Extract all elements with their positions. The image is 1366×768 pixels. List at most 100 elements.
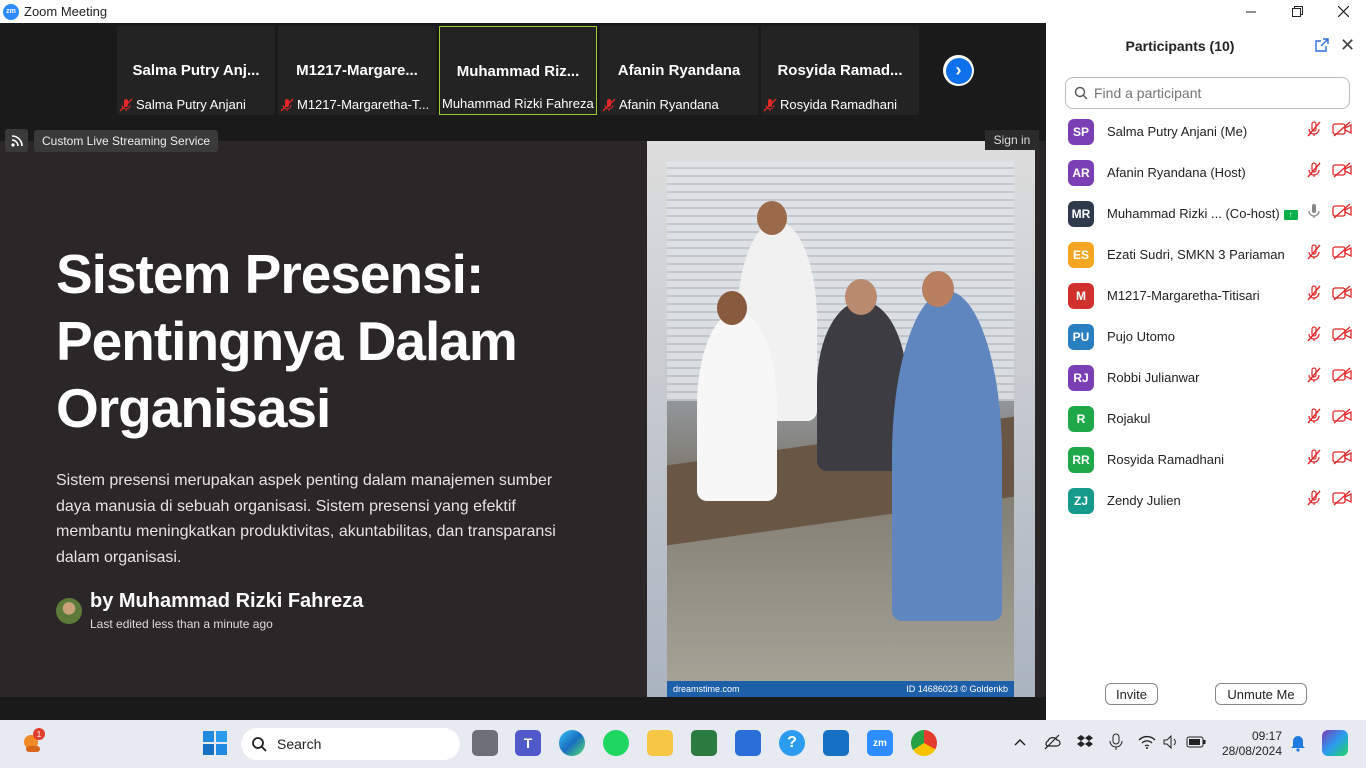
teams-icon[interactable]: T (515, 730, 541, 756)
camera-off-icon[interactable] (1332, 285, 1352, 306)
title-bar: zm Zoom Meeting (0, 0, 1366, 23)
participant-row[interactable]: R Rojakul (1046, 398, 1366, 439)
clock-date: 28/08/2024 (1221, 744, 1282, 758)
restore-icon (1291, 6, 1303, 17)
taskbar-search-label: Search (277, 736, 322, 752)
invite-button[interactable]: Invite (1105, 683, 1158, 705)
chevron-up-icon[interactable] (1012, 734, 1028, 750)
system-clock[interactable]: 09:17 28/08/2024 (1216, 729, 1282, 759)
slide-author: by Muhammad Rizki Fahreza Last edited le… (56, 590, 363, 631)
edge-icon[interactable] (559, 730, 585, 756)
minimize-icon (1246, 11, 1256, 12)
microphone-icon[interactable] (1108, 733, 1124, 751)
participant-name: Robbi Julianwar (1107, 370, 1200, 385)
mic-muted-icon[interactable] (1306, 367, 1322, 388)
participant-avatar: ES (1068, 241, 1094, 268)
copilot-icon[interactable] (1322, 730, 1348, 756)
tile-label: Rosyida Ramadhani (780, 97, 898, 112)
rss-icon (5, 129, 28, 152)
participant-search[interactable] (1065, 77, 1350, 109)
tile-name: Rosyida Ramad... (777, 62, 903, 79)
participant-avatar: RR (1068, 446, 1094, 473)
camera-off-icon[interactable] (1332, 367, 1352, 388)
tile-name: Salma Putry Anj... (132, 62, 260, 79)
mic-muted-icon[interactable] (1306, 408, 1322, 429)
photo-caption-right: ID 14686023 © Goldenkb (906, 684, 1008, 694)
video-tile[interactable]: Afanin Ryandana Afanin Ryandana (600, 26, 758, 115)
task-view-icon[interactable] (472, 730, 498, 756)
participant-row[interactable]: M M1217-Margaretha-Titisari (1046, 275, 1366, 316)
participant-row[interactable]: ZJ Zendy Julien (1046, 480, 1366, 521)
video-tile-active-speaker[interactable]: Muhammad Riz... Muhammad Rizki Fahreza (439, 26, 597, 115)
video-tile[interactable]: Salma Putry Anj... Salma Putry Anjani (117, 26, 275, 115)
live-stream-indicator[interactable]: Custom Live Streaming Service (5, 129, 219, 152)
camera-off-icon[interactable] (1332, 449, 1352, 470)
mic-muted-icon (119, 98, 133, 111)
mic-muted-icon[interactable] (1306, 490, 1322, 511)
participant-row[interactable]: MR Muhammad Rizki ... (Co-host) ↑ (1046, 193, 1366, 234)
cloud-off-icon[interactable] (1043, 734, 1061, 750)
participant-row[interactable]: ES Ezati Sudri, SMKN 3 Pariaman (1046, 234, 1366, 275)
mic-icon[interactable] (1306, 203, 1322, 224)
camera-off-icon[interactable] (1332, 203, 1352, 224)
mic-muted-icon[interactable] (1306, 244, 1322, 265)
get-help-icon[interactable]: ? (779, 730, 805, 756)
participant-row[interactable]: AR Afanin Ryandana (Host) (1046, 152, 1366, 193)
slide-photo: dreamstime.com ID 14686023 © Goldenkb (647, 141, 1035, 697)
minimize-button[interactable] (1228, 0, 1274, 23)
participant-row[interactable]: RJ Robbi Julianwar (1046, 357, 1366, 398)
participant-list: SP Salma Putry Anjani (Me) AR Afanin Ryanda… (1046, 111, 1366, 521)
popout-icon[interactable] (1314, 37, 1330, 53)
video-tile[interactable]: Rosyida Ramad... Rosyida Ramadhani (761, 26, 919, 115)
taskbar-search[interactable]: Search (241, 728, 460, 760)
next-page-button[interactable]: › (943, 55, 974, 86)
mic-muted-icon[interactable] (1306, 285, 1322, 306)
sign-in-button[interactable]: Sign in (985, 130, 1039, 150)
close-panel-icon[interactable]: ✕ (1340, 35, 1355, 56)
app-window-icon[interactable] (823, 730, 849, 756)
close-window-button[interactable] (1320, 0, 1366, 23)
zoom-taskbar-icon[interactable]: zm (867, 730, 893, 756)
video-tile[interactable]: M1217-Margare... M1217-Margaretha-T... (278, 26, 436, 115)
participant-name: Zendy Julien (1107, 493, 1181, 508)
camera-off-icon[interactable] (1332, 244, 1352, 265)
restore-button[interactable] (1274, 0, 1320, 23)
camera-off-icon[interactable] (1332, 490, 1352, 511)
close-icon (1337, 6, 1349, 17)
mic-muted-icon[interactable] (1306, 326, 1322, 347)
participant-name: Muhammad Rizki ... (Co-host) ↑ (1107, 206, 1298, 221)
wifi-icon[interactable] (1138, 734, 1156, 750)
microsoft-store-icon[interactable] (735, 730, 761, 756)
photo-caption-left: dreamstime.com (673, 684, 740, 694)
spotify-icon[interactable] (603, 730, 629, 756)
start-windows-icon[interactable] (202, 730, 228, 756)
file-explorer-icon[interactable] (647, 730, 673, 756)
volume-icon[interactable] (1162, 734, 1180, 750)
battery-icon[interactable] (1186, 735, 1206, 749)
participant-avatar: RJ (1068, 364, 1094, 391)
camera-off-icon[interactable] (1332, 162, 1352, 183)
participants-title: Participants (10) (1125, 38, 1235, 54)
video-strip: Salma Putry Anj... Salma Putry Anjani M1… (117, 26, 919, 115)
participant-row[interactable]: SP Salma Putry Anjani (Me) (1046, 111, 1366, 152)
unmute-me-button[interactable]: Unmute Me (1215, 683, 1307, 705)
search-input[interactable] (1094, 85, 1334, 101)
participant-row[interactable]: PU Pujo Utomo (1046, 316, 1366, 357)
camera-off-icon[interactable] (1332, 121, 1352, 142)
mic-muted-icon[interactable] (1306, 121, 1322, 142)
participant-row[interactable]: RR Rosyida Ramadhani (1046, 439, 1366, 480)
mic-muted-icon[interactable] (1306, 449, 1322, 470)
chrome-icon[interactable] (911, 730, 937, 756)
notification-bell-icon[interactable] (1290, 734, 1306, 752)
tile-label: M1217-Margaretha-T... (297, 97, 430, 112)
participant-avatar: SP (1068, 118, 1094, 145)
mic-muted-icon[interactable] (1306, 162, 1322, 183)
mic-muted-icon (763, 98, 777, 111)
participant-name: Rojakul (1107, 411, 1151, 426)
camera-off-icon[interactable] (1332, 408, 1352, 429)
author-avatar (56, 598, 82, 624)
calculator-icon[interactable] (691, 730, 717, 756)
slide-paragraph: Sistem presensi merupakan aspek penting … (56, 472, 556, 566)
dropbox-icon[interactable] (1076, 734, 1094, 750)
camera-off-icon[interactable] (1332, 326, 1352, 347)
